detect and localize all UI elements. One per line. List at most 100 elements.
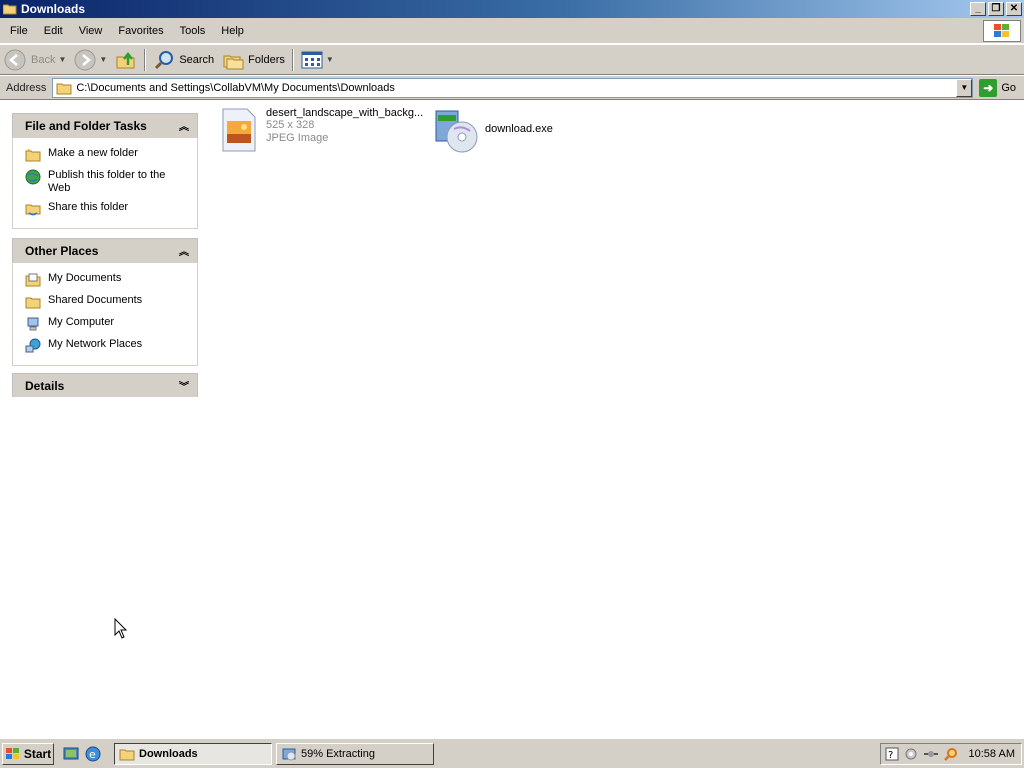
back-label: Back: [31, 53, 56, 66]
back-button[interactable]: Back ▼: [0, 47, 70, 73]
clock[interactable]: 10:58 AM: [969, 748, 1015, 760]
address-input[interactable]: C:\Documents and Settings\CollabVM\My Do…: [52, 77, 974, 98]
show-desktop-icon[interactable]: [62, 745, 80, 763]
svg-text:e: e: [89, 748, 96, 761]
menu-file[interactable]: File: [0, 25, 36, 37]
menu-tools[interactable]: Tools: [172, 25, 214, 37]
views-dropdown-icon[interactable]: ▼: [326, 55, 334, 64]
internet-explorer-icon[interactable]: e: [84, 745, 102, 763]
task-label: Publish this folder to the Web: [48, 169, 166, 194]
file-folder-tasks-header[interactable]: File and Folder Tasks ︽: [12, 113, 198, 137]
file-item[interactable]: desert_landscape_with_backg... 525 x 328…: [220, 107, 423, 153]
windows-flag-icon: [5, 747, 19, 759]
folders-label: Folders: [248, 53, 285, 66]
title-bar[interactable]: Downloads _ ❐ ✕: [0, 0, 1024, 18]
place-label: My Network Places: [48, 338, 143, 350]
installer-cd-icon: [435, 110, 478, 153]
shared-folder-icon: [25, 204, 41, 216]
start-button[interactable]: Start: [2, 742, 54, 765]
taskbar-button-extracting[interactable]: 59% Extracting: [276, 742, 434, 765]
publish-folder-link[interactable]: Publish this folder to the Web: [25, 166, 189, 198]
views-button[interactable]: ▼: [297, 47, 338, 73]
place-label: Shared Documents: [48, 294, 143, 306]
window-title: Downloads: [21, 2, 86, 16]
up-folder-icon: [116, 51, 135, 68]
expand-chevron-icon[interactable]: ︾: [179, 378, 189, 393]
folder-icon: [3, 4, 17, 15]
menu-bar: File Edit View Favorites Tools Help: [0, 18, 1024, 44]
collapse-chevron-icon[interactable]: ︽: [179, 243, 189, 258]
network-tray-icon[interactable]: [923, 749, 939, 759]
minimize-button[interactable]: _: [970, 2, 986, 16]
file-folder-tasks-panel: File and Folder Tasks ︽ Make a new folde…: [12, 113, 198, 229]
taskbar-button-label: Downloads: [139, 747, 198, 760]
views-icon: [301, 51, 323, 68]
gear-tray-icon[interactable]: [903, 746, 919, 762]
folder-icon: [56, 83, 72, 94]
menu-view[interactable]: View: [71, 25, 111, 37]
folders-button[interactable]: Folders: [218, 47, 289, 73]
globe-icon: [25, 169, 41, 185]
share-folder-link[interactable]: Share this folder: [25, 198, 189, 220]
my-computer-link[interactable]: My Computer: [25, 313, 189, 335]
back-arrow-icon: [4, 49, 26, 70]
search-icon: [155, 50, 174, 69]
file-item[interactable]: download.exe: [432, 107, 553, 155]
forward-arrow-icon: [74, 49, 96, 70]
toolbar-separator: [144, 48, 147, 71]
other-places-header[interactable]: Other Places ︽: [12, 238, 198, 262]
new-folder-icon: [25, 148, 41, 162]
taskbar-button-downloads[interactable]: Downloads: [114, 742, 272, 765]
my-documents-link[interactable]: My Documents: [25, 269, 189, 291]
make-new-folder-link[interactable]: Make a new folder: [25, 144, 189, 166]
menu-edit[interactable]: Edit: [36, 25, 71, 37]
search-tray-icon[interactable]: [943, 746, 959, 762]
file-dimensions: 525 x 328: [266, 119, 315, 131]
windows-logo-icon: [983, 20, 1021, 42]
standard-toolbar: Back ▼ ▼ Search Folders ▼: [0, 45, 1024, 75]
back-dropdown-icon[interactable]: ▼: [58, 55, 66, 64]
forward-button[interactable]: ▼: [70, 47, 111, 73]
go-button[interactable]: ➜ Go: [973, 78, 1024, 97]
go-label: Go: [1001, 81, 1016, 94]
folder-icon: [25, 297, 41, 309]
shared-documents-link[interactable]: Shared Documents: [25, 291, 189, 313]
task-label: Share this folder: [48, 201, 129, 213]
restore-button[interactable]: ❐: [988, 2, 1004, 16]
task-label: Make a new folder: [48, 147, 138, 159]
address-dropdown-icon[interactable]: ▼: [956, 78, 973, 97]
search-button[interactable]: Search: [149, 47, 218, 73]
details-panel: Details ︾: [12, 373, 198, 397]
help-tray-icon[interactable]: ?: [885, 747, 899, 761]
my-documents-icon: [25, 273, 41, 287]
address-label: Address: [6, 81, 47, 94]
panel-title: Details: [25, 378, 65, 393]
menu-favorites[interactable]: Favorites: [110, 25, 171, 37]
svg-text:?: ?: [888, 750, 893, 761]
mouse-cursor-icon: [114, 618, 128, 639]
forward-dropdown-icon[interactable]: ▼: [99, 55, 107, 64]
my-computer-icon: [27, 317, 39, 331]
taskbar-button-label: 59% Extracting: [301, 747, 375, 760]
panel-title: Other Places: [25, 243, 99, 258]
folder-icon: [119, 749, 135, 760]
extract-progress-icon: [282, 748, 296, 760]
system-tray: ? 10:58 AM: [879, 743, 1022, 765]
file-list-area[interactable]: desert_landscape_with_backg... 525 x 328…: [210, 101, 1024, 738]
place-label: My Documents: [48, 272, 122, 284]
address-bar: Address C:\Documents and Settings\Collab…: [0, 76, 1024, 100]
other-places-panel: Other Places ︽ My Documents Shared Docum…: [12, 238, 198, 366]
collapse-chevron-icon[interactable]: ︽: [179, 118, 189, 133]
file-name: desert_landscape_with_backg...: [266, 107, 424, 119]
close-button[interactable]: ✕: [1006, 2, 1022, 16]
my-network-places-link[interactable]: My Network Places: [25, 335, 189, 357]
address-path: C:\Documents and Settings\CollabVM\My Do…: [76, 81, 395, 94]
menu-help[interactable]: Help: [213, 25, 252, 37]
taskbar: Start e Downloads 59% Extracting ? 10:58…: [0, 738, 1024, 768]
start-label: Start: [23, 746, 52, 761]
place-label: My Computer: [48, 316, 115, 328]
toolbar-separator: [291, 48, 294, 71]
task-pane: File and Folder Tasks ︽ Make a new folde…: [0, 101, 210, 738]
details-header[interactable]: Details ︾: [12, 373, 198, 397]
up-folder-button[interactable]: [111, 47, 141, 73]
